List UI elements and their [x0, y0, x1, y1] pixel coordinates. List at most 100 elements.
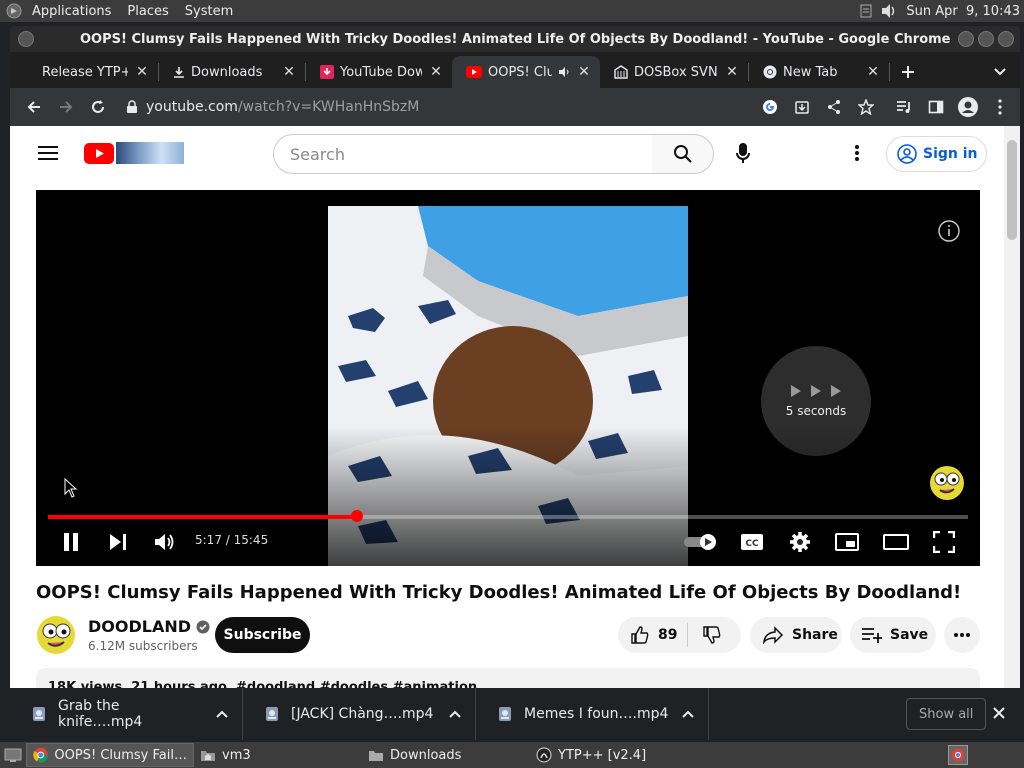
more-actions-button[interactable] [944, 617, 980, 653]
places-menu[interactable]: Places [119, 4, 176, 19]
video-player[interactable]: 5 seconds 5:17 / 15:45 CC [36, 190, 980, 566]
tab-release-ytp[interactable]: Release YTP+ ✕ [10, 56, 158, 88]
show-desktop-button[interactable] [0, 743, 26, 767]
minimize-button[interactable] [958, 31, 974, 47]
tab-label: New Tab [783, 64, 838, 80]
sign-in-button[interactable]: Sign in [886, 136, 987, 172]
install-app-icon[interactable] [786, 91, 818, 123]
settings-button[interactable] [789, 531, 811, 553]
channel-avatar[interactable] [36, 615, 76, 655]
tab-youtube-downloader[interactable]: YouTube Downloader ✕ [306, 56, 452, 88]
forward-button[interactable] [50, 91, 82, 123]
theater-mode-button[interactable] [883, 534, 909, 550]
taskbar-item-vm3[interactable]: vm3 [194, 743, 362, 767]
info-icon[interactable] [938, 220, 960, 242]
tab-search-button[interactable] [980, 56, 1020, 88]
download-item[interactable]: [JACK] Chàng….mp4 [243, 688, 476, 740]
speaker-icon[interactable] [558, 66, 570, 78]
taskbar-item-downloads[interactable]: Downloads [362, 743, 530, 767]
progress-bar[interactable] [48, 515, 968, 519]
bottom-taskbar: OOPS! Clumsy Fail… vm3 Downloads YTP++ [… [0, 742, 1024, 768]
close-downloads-bar-button[interactable] [992, 706, 1006, 720]
mute-button[interactable] [154, 532, 176, 552]
profile-avatar-icon[interactable] [952, 91, 984, 123]
tab-new-tab[interactable]: New Tab ✕ [749, 56, 889, 88]
media-controls-icon[interactable] [888, 91, 920, 123]
system-menu[interactable]: System [177, 4, 241, 19]
close-icon[interactable]: ✕ [281, 64, 297, 80]
volume-icon[interactable] [880, 3, 898, 19]
chrome-menu-icon[interactable] [984, 91, 1016, 123]
settings-menu-icon[interactable] [855, 145, 859, 161]
clock[interactable]: Sun Apr 9, 10:43 [906, 4, 1020, 19]
show-all-downloads-button[interactable]: Show all [906, 698, 987, 730]
workspace-switcher[interactable] [948, 745, 968, 765]
taskbar-item-chrome[interactable]: OOPS! Clumsy Fail… [26, 743, 194, 767]
youtube-logo-icon [84, 142, 114, 164]
search-placeholder: Search [290, 144, 345, 164]
download-item[interactable]: Memes I foun….mp4 [476, 688, 709, 740]
back-arrow-icon [27, 101, 40, 113]
tab-dosbox[interactable]: DOSBox SVN ✕ [600, 56, 748, 88]
pause-button[interactable] [62, 532, 80, 552]
channel-watermark[interactable] [928, 464, 966, 502]
taskbar-item-label: vm3 [222, 747, 251, 763]
google-lens-icon[interactable] [754, 91, 786, 123]
countdown-label: 5 seconds [785, 404, 847, 418]
close-icon[interactable]: ✕ [134, 64, 150, 80]
new-tab-button[interactable] [890, 56, 926, 88]
chrome-icon [951, 748, 965, 762]
scrollbar-thumb[interactable] [1007, 140, 1017, 240]
download-icon [173, 66, 185, 78]
channel-name-label: DOODLAND [88, 617, 192, 636]
progress-scrubber[interactable] [351, 510, 364, 522]
search-input[interactable]: Search [273, 134, 653, 174]
search-button[interactable] [652, 134, 714, 174]
tab-label: YouTube Downloader [340, 64, 422, 80]
url-host: youtube.com [146, 99, 238, 115]
taskbar-item-ytp[interactable]: YTP++ [v2.4] [530, 743, 698, 767]
share-button[interactable]: Share [750, 617, 842, 653]
video-file-icon [33, 707, 45, 721]
sign-in-label: Sign in [923, 146, 978, 162]
maximize-button[interactable] [978, 31, 994, 47]
tab-downloads[interactable]: Downloads ✕ [159, 56, 305, 88]
applet-icon[interactable] [860, 4, 872, 18]
close-icon[interactable]: ✕ [428, 64, 444, 80]
window-titlebar[interactable]: OOPS! Clumsy Fails Happened With Tricky … [10, 26, 1020, 52]
top-panel: Applications Places System Sun Apr 9, 10… [0, 0, 1024, 22]
like-button[interactable]: 89 [618, 623, 688, 647]
share-icon[interactable] [818, 91, 850, 123]
voice-search-button[interactable] [736, 143, 750, 165]
back-button[interactable] [18, 91, 50, 123]
tab-label: Release YTP+ [42, 64, 128, 80]
close-icon[interactable]: ✕ [865, 64, 881, 80]
reload-button[interactable] [82, 91, 114, 123]
account-circle-icon [897, 144, 917, 164]
fullscreen-button[interactable] [933, 531, 955, 553]
gnome-foot-icon[interactable] [0, 3, 24, 19]
video-file-icon [266, 707, 278, 721]
bookmark-star-icon[interactable] [850, 91, 882, 123]
address-bar[interactable]: youtube.com/watch?v=KWHanHnSbzM [126, 99, 754, 115]
close-icon[interactable]: ✕ [576, 64, 592, 80]
volume-icon [155, 534, 174, 550]
autoplay-toggle[interactable] [684, 533, 718, 551]
channel-name[interactable]: DOODLAND [88, 617, 210, 636]
hamburger-menu-icon[interactable] [38, 145, 58, 161]
save-button[interactable]: Save [850, 617, 936, 653]
next-video-button[interactable] [108, 533, 128, 551]
lock-icon [127, 100, 137, 113]
download-item[interactable]: Grab the knife….mp4 [10, 688, 243, 740]
subscribe-button[interactable]: Subscribe [215, 617, 310, 653]
window-menu-button[interactable] [18, 31, 34, 47]
dislike-button[interactable] [688, 625, 722, 645]
miniplayer-button[interactable] [835, 533, 859, 551]
subtitles-button[interactable]: CC [740, 533, 764, 551]
applications-menu[interactable]: Applications [24, 4, 119, 19]
close-window-button[interactable] [998, 31, 1014, 47]
close-icon[interactable]: ✕ [724, 64, 740, 80]
side-panel-icon[interactable] [920, 91, 952, 123]
youtube-logo[interactable] [84, 142, 184, 164]
tab-youtube-active[interactable]: OOPS! Clumsy ✕ [452, 56, 600, 88]
